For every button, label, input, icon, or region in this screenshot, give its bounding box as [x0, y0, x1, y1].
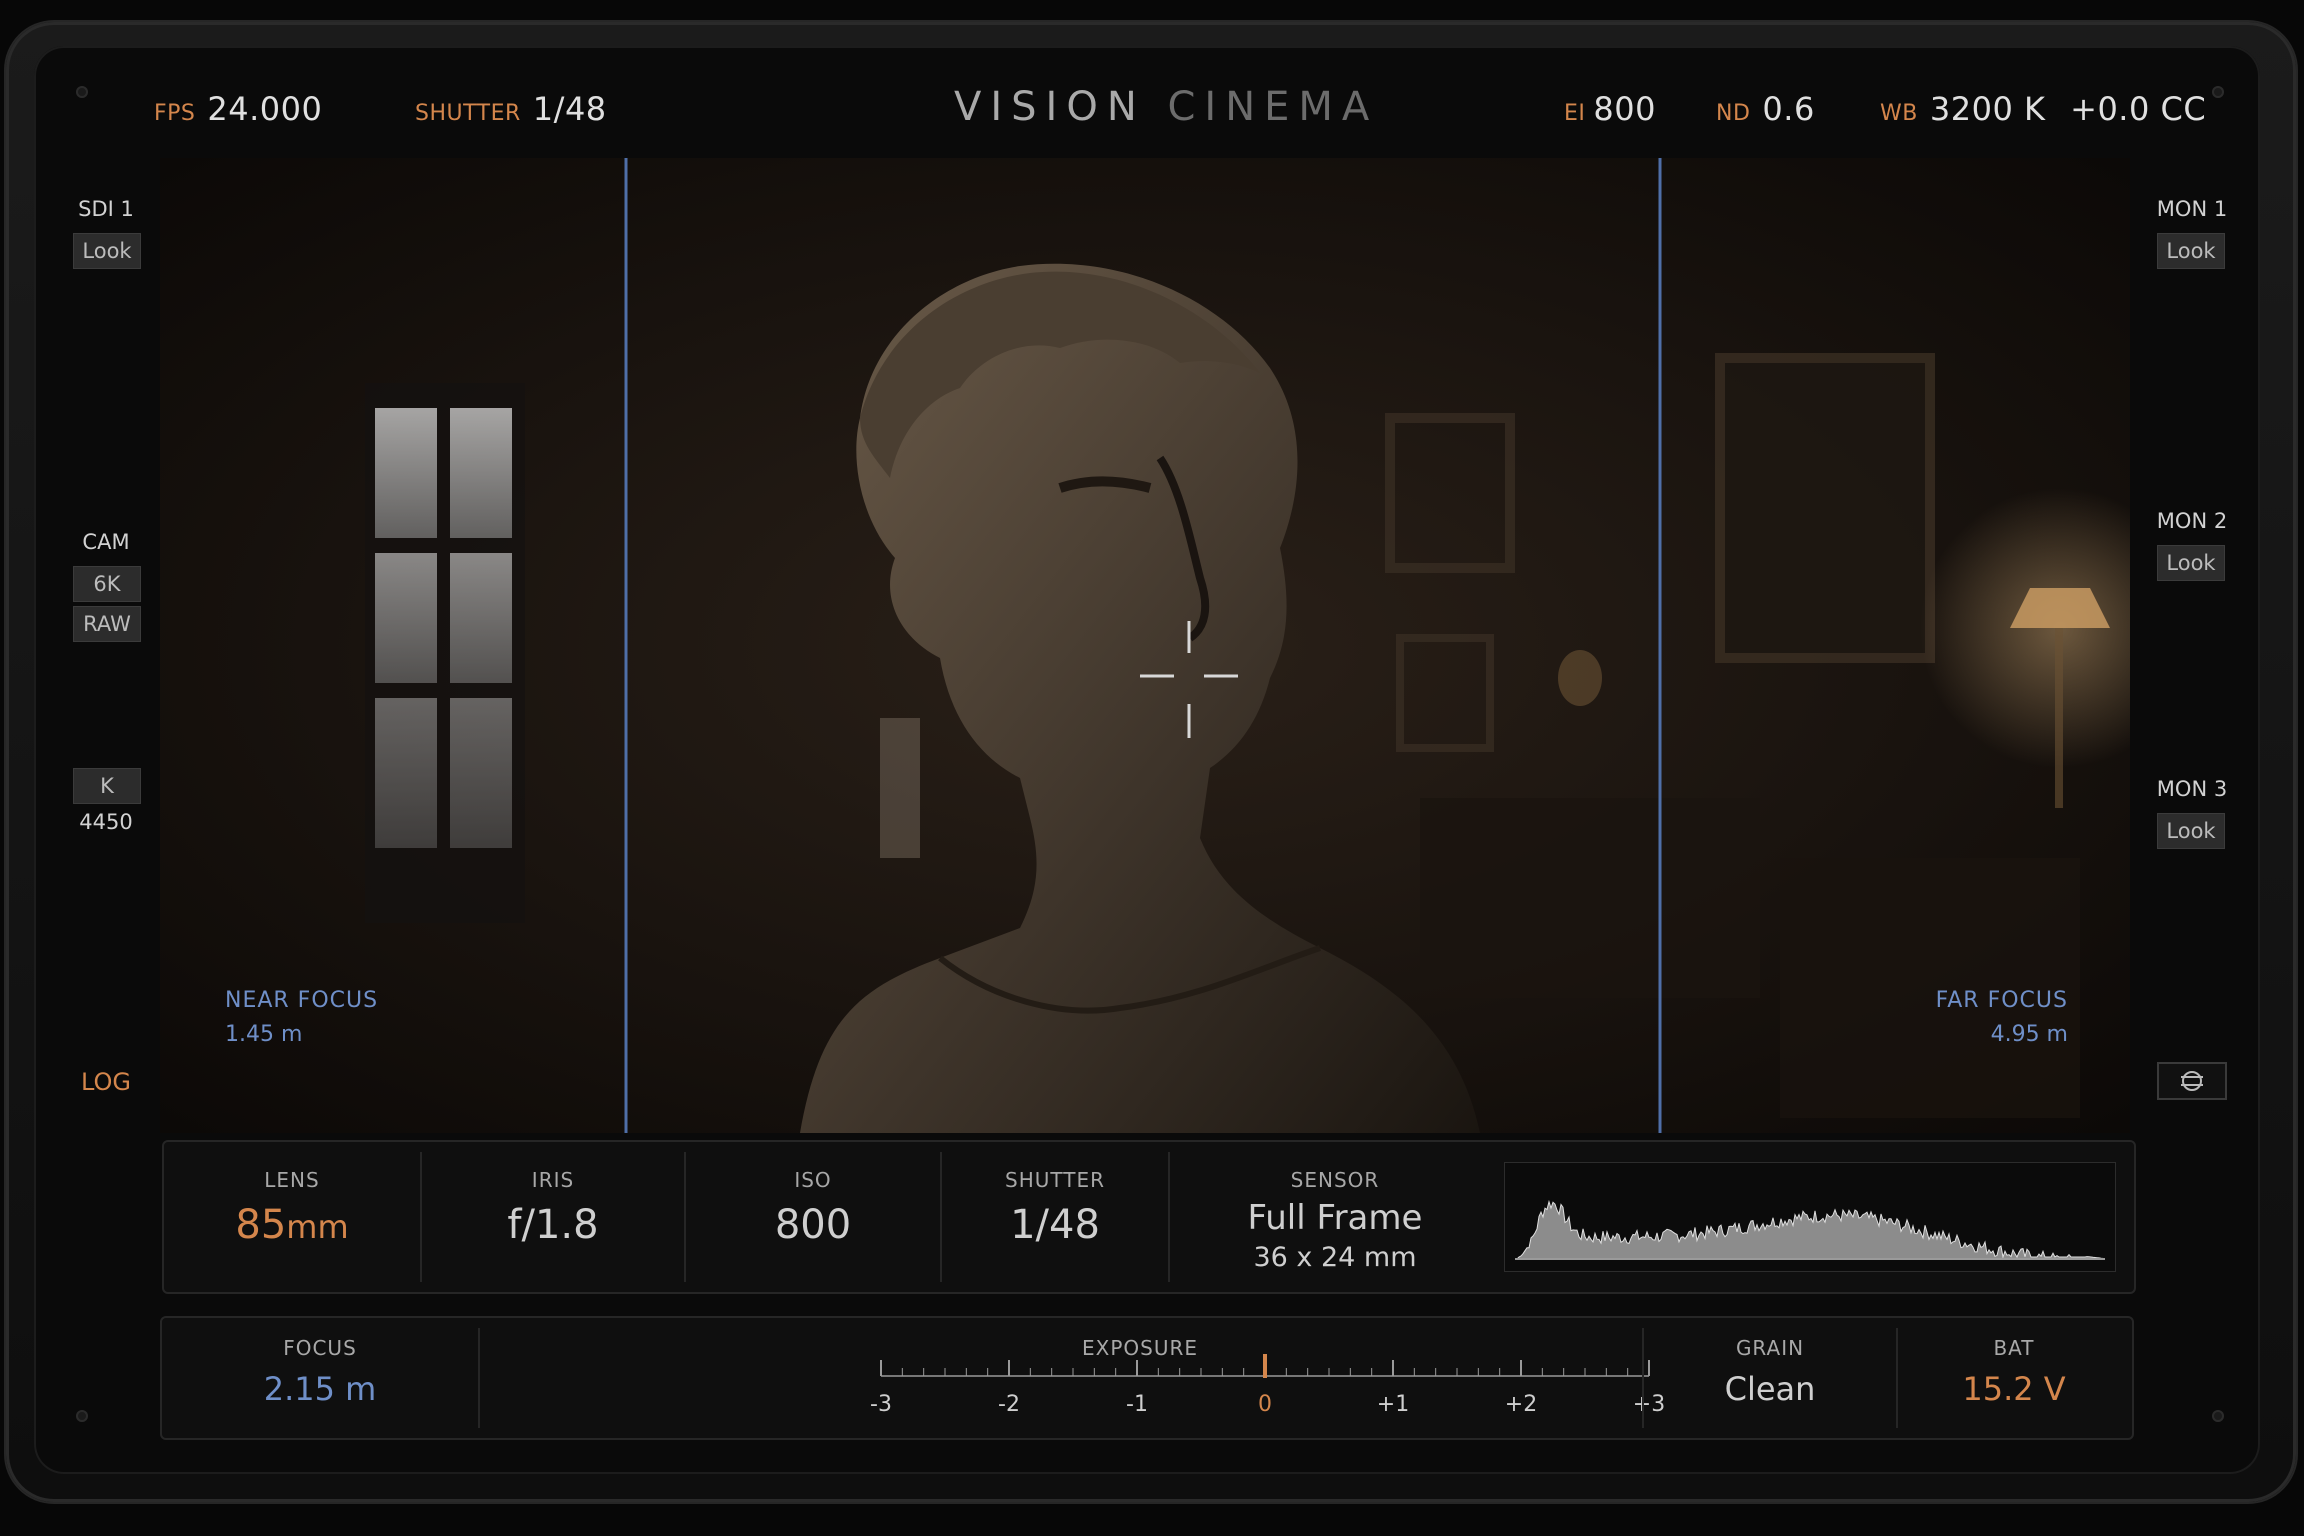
fps-readout[interactable]: FPS 24.000 — [154, 90, 322, 128]
settings-button[interactable] — [2157, 1062, 2227, 1100]
near-focus-label: NEAR FOCUS — [225, 988, 379, 1013]
focus-cell[interactable]: FOCUS 2.15 m — [162, 1318, 478, 1438]
shutter-label: SHUTTER — [415, 101, 521, 126]
exposure-tick-label: 0 — [1258, 1392, 1272, 1417]
focus-value: 2.15 m — [263, 1370, 377, 1408]
ei-readout[interactable]: EI 800 — [1564, 90, 1656, 128]
near-focus-value: 1.45 m — [225, 1022, 303, 1047]
exposure-scale — [880, 1354, 1650, 1378]
far-focus-label: FAR FOCUS — [1935, 988, 2068, 1013]
grain-cell[interactable]: GRAIN Clean — [1644, 1318, 1896, 1438]
mon1-look-button[interactable]: Look — [2157, 233, 2225, 269]
bat-value: 15.2 V — [1962, 1370, 2066, 1408]
ei-value: 800 — [1593, 90, 1656, 128]
wb-label: WB — [1880, 101, 1918, 126]
lens-unit: mm — [286, 1208, 349, 1246]
shutter-cell[interactable]: SHUTTER 1/48 — [942, 1142, 1168, 1292]
cam-label: CAM — [82, 530, 130, 554]
far-focus-value: 4.95 m — [1990, 1022, 2068, 1047]
log-label[interactable]: LOG — [66, 1068, 146, 1096]
battery-cell[interactable]: BAT 15.2 V — [1898, 1318, 2130, 1438]
shutter-value: 1/48 — [1010, 1202, 1100, 1248]
lens-cell[interactable]: LENS 85mm — [164, 1142, 420, 1292]
mon3-look-button[interactable]: Look — [2157, 813, 2225, 849]
iso-cell[interactable]: ISO 800 — [686, 1142, 940, 1292]
mon1-label: MON 1 — [2156, 197, 2228, 221]
mon2-label: MON 2 — [2156, 509, 2228, 533]
lens-label: LENS — [264, 1168, 320, 1192]
camera-viewport[interactable]: NEAR FOCUS 1.45 m FAR FOCUS 4.95 m — [160, 158, 2130, 1133]
screw-icon — [76, 86, 88, 98]
fps-label: FPS — [154, 101, 196, 126]
bat-label: BAT — [1993, 1336, 2035, 1360]
focus-label: FOCUS — [283, 1336, 357, 1360]
grain-label: GRAIN — [1735, 1336, 1805, 1360]
brand-logo: VISION CINEMA — [954, 84, 1378, 130]
fps-value: 24.000 — [207, 90, 323, 128]
mon3-label: MON 3 — [2156, 777, 2228, 801]
exposure-tick-label: -1 — [1126, 1392, 1148, 1417]
nd-readout[interactable]: ND 0.6 — [1716, 90, 1815, 128]
iso-value: 800 — [774, 1202, 852, 1248]
sensor-cell[interactable]: SENSOR Full Frame 36 x 24 mm — [1170, 1142, 1500, 1292]
sdi-look-button[interactable]: Look — [73, 233, 141, 269]
nd-label: ND — [1716, 101, 1751, 126]
mon2-look-button[interactable]: Look — [2157, 545, 2225, 581]
exposure-tick-label: +2 — [1504, 1392, 1538, 1417]
nd-value: 0.6 — [1762, 90, 1815, 128]
kelvin-value: 4450 — [79, 810, 133, 834]
lens-info-panel: LENS 85mm IRIS f/1.8 ISO 800 SHUTTER 1/4… — [162, 1140, 2136, 1294]
kelvin-button[interactable]: K — [73, 768, 141, 804]
brand-secondary: CINEMA — [1167, 84, 1379, 130]
resolution-button[interactable]: 6K — [73, 566, 141, 602]
screw-icon — [2212, 1410, 2224, 1422]
exposure-tick-label: +1 — [1376, 1392, 1410, 1417]
sliders-icon — [2181, 1071, 2203, 1091]
grain-value: Clean — [1724, 1370, 1816, 1408]
exposure-tick-label: -3 — [870, 1392, 892, 1417]
exposure-meter[interactable]: EXPOSURE -3 -2 -1 0 +1 +2 +3 — [480, 1318, 1800, 1438]
wb-value: 3200 K — [1929, 90, 2046, 128]
sensor-label: SENSOR — [1290, 1168, 1380, 1192]
screw-icon — [76, 1410, 88, 1422]
cc-value: +0.0 CC — [2070, 90, 2207, 128]
wb-readout[interactable]: WB 3200 K +0.0 CC — [1880, 90, 2206, 128]
screw-icon — [2212, 86, 2224, 98]
lens-value: 85 — [235, 1202, 287, 1248]
sensor-value: Full Frame — [1247, 1198, 1423, 1238]
status-panel: FOCUS 2.15 m EXPOSURE -3 -2 -1 0 +1 +2 +3 GRAI… — [160, 1316, 2134, 1440]
scene-image — [160, 158, 2130, 1133]
iris-label: IRIS — [531, 1168, 575, 1192]
iso-label: ISO — [794, 1168, 832, 1192]
format-button[interactable]: RAW — [73, 606, 141, 642]
lens-value-group: 85mm — [164, 1202, 420, 1248]
iris-value: f/1.8 — [507, 1202, 599, 1248]
exposure-tick-label: -2 — [998, 1392, 1020, 1417]
histogram-graph — [1515, 1199, 2105, 1260]
sdi-label: SDI 1 — [78, 197, 134, 221]
shutter-label: SHUTTER — [1005, 1168, 1105, 1192]
iris-cell[interactable]: IRIS f/1.8 — [422, 1142, 684, 1292]
histogram — [1504, 1162, 2116, 1272]
sensor-size: 36 x 24 mm — [1253, 1242, 1417, 1273]
shutter-value: 1/48 — [532, 90, 607, 128]
shutter-readout[interactable]: SHUTTER 1/48 — [415, 90, 607, 128]
brand-primary: VISION — [954, 84, 1146, 130]
ei-label: EI — [1564, 101, 1586, 126]
